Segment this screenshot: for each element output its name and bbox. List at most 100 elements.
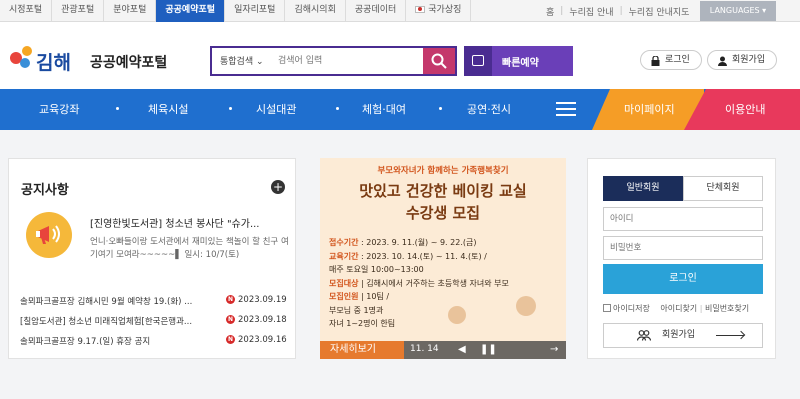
utility-links: 홈 | 누리집 안내 | 누리집 안내지도: [540, 0, 695, 22]
nav-sports[interactable]: 체육시설: [148, 89, 188, 130]
save-id-label[interactable]: 아이디저장: [613, 304, 650, 313]
search-icon: [431, 53, 447, 69]
header-login-label: 로그인: [665, 55, 690, 65]
banner-info-line: 모집대상 | 김해시에서 거주하는 초등학생 자녀와 부모: [329, 278, 509, 288]
portal-tab-jobs[interactable]: 일자리포털: [225, 0, 286, 22]
list-item[interactable]: 솔뫼파크골프장 김해시민 9월 예약창 19.(화) ... N 2023.09…: [20, 292, 290, 312]
notice-list: 솔뫼파크골프장 김해시민 9월 예약창 19.(화) ... N 2023.09…: [20, 292, 290, 352]
banner-info-line: 모집인원 | 10팀 /: [329, 292, 390, 301]
quick-reserve-button[interactable]: 빠른예약: [464, 46, 573, 76]
megaphone-icon: [26, 212, 72, 258]
tab-group-member[interactable]: 단체회원: [683, 176, 763, 201]
next-arrow-icon[interactable]: →: [550, 344, 558, 355]
search-box: 통합검색 ⌄: [210, 46, 457, 76]
find-password-link[interactable]: 비밀번호찾기: [705, 304, 749, 313]
banner-subheadline: 수강생 모집: [405, 204, 481, 222]
signup-label: 회원가입: [662, 330, 696, 340]
users-icon: [637, 330, 651, 341]
signup-button[interactable]: 회원가입: [603, 323, 763, 348]
plus-icon[interactable]: +: [271, 180, 285, 194]
tab-general-member[interactable]: 일반회원: [603, 176, 683, 201]
arrow-right-icon: [716, 335, 744, 336]
portal-tab-opendata[interactable]: 공공데이터: [346, 0, 407, 22]
id-input[interactable]: [603, 207, 763, 231]
event-banner[interactable]: 부모와자녀가 함께하는 가족행복찾기 맛있고 건강한 베이킹 교실 수강생 모집…: [320, 158, 566, 359]
quick-reserve-label: 빠른예약: [502, 58, 539, 69]
site-guide-link[interactable]: 누리집 안내: [563, 5, 619, 18]
find-id-link[interactable]: 아이디찾기: [660, 304, 697, 313]
nav-separator-dot: [229, 107, 232, 110]
notice-item-date: 2023.09.16: [238, 335, 287, 345]
banner-headline: 맛있고 건강한 베이킹 교실: [359, 182, 527, 200]
top-utility-bar: 시정포털 관광포털 분야포털 공공예약포털 일자리포털 김해시의회 공공데이터 …: [0, 0, 800, 22]
notice-item-text: 솔뫼파크골프장 9.17.(일) 휴장 공지: [20, 337, 151, 347]
notice-panel: 공지사항 + [진영한빛도서관] 청소년 봉사단 "슈가... 언니·오빠들이랑…: [8, 158, 296, 359]
languages-label: LANGUAGES: [709, 6, 760, 15]
search-scope-select[interactable]: 통합검색 ⌄: [220, 54, 264, 67]
banner-controls: 11. 14 ◀ ❚❚ →: [404, 341, 566, 359]
nav-experience[interactable]: 체험·대여: [362, 89, 406, 130]
family-illustration: [448, 306, 466, 324]
nav-separator-dot: [439, 107, 442, 110]
header-signup-label: 회원가입: [732, 55, 766, 65]
banner-info-line: 자녀 1~2명이 한팀: [329, 319, 396, 328]
nav-performance[interactable]: 공연·전시: [467, 89, 511, 130]
notice-item-date: 2023.09.18: [238, 315, 287, 325]
new-badge: N: [226, 295, 235, 304]
featured-notice-body: 언니·오빠들이랑 도서관에서 재미있는 책놀이 할 친구 여기여기 모여라~~~…: [90, 237, 289, 260]
search-scope-value: 통합검색: [220, 57, 254, 67]
site-title[interactable]: 공공예약포털: [90, 52, 167, 72]
home-link[interactable]: 홈: [540, 5, 560, 18]
banner-info-line: 부모님 중 1명과: [329, 305, 384, 315]
sitemap-link[interactable]: 누리집 안내지도: [623, 5, 696, 18]
languages-dropdown[interactable]: LANGUAGES ▾: [700, 1, 776, 21]
korean-flag-icon: [415, 6, 426, 13]
nav-separator-dot: [336, 107, 339, 110]
mypage-button[interactable]: 마이페이지: [592, 89, 704, 130]
notice-item-date: 2023.09.19: [238, 295, 287, 305]
notice-item-text: 솔뫼파크골프장 김해시민 9월 예약창 19.(화) ...: [20, 297, 193, 307]
banner-more-button[interactable]: 자세히보기: [320, 341, 404, 359]
pause-icon[interactable]: ❚❚: [480, 344, 497, 355]
save-id-checkbox[interactable]: [603, 304, 611, 312]
banner-counter: 11. 14: [410, 344, 439, 354]
banner-info-line: 교육기간 : 2023. 10. 14.(토) ~ 11. 4.(토) /: [329, 251, 487, 261]
banner-info-line: 매주 토요일 10:00~13:00: [329, 265, 424, 274]
featured-notice-title[interactable]: [진영한빛도서관] 청소년 봉사단 "슈가...: [90, 215, 290, 230]
family-illustration: [516, 296, 536, 316]
notice-title: 공지사항: [21, 183, 69, 198]
list-item[interactable]: [칠암도서관] 청소년 미래직업체험[한국은행과... N 2023.09.18: [20, 312, 290, 332]
nav-education[interactable]: 교육강좌: [39, 89, 79, 130]
new-badge: N: [226, 335, 235, 344]
search-input[interactable]: [278, 53, 420, 69]
login-button[interactable]: 로그인: [603, 264, 763, 294]
password-input[interactable]: [603, 236, 763, 260]
login-options: 아이디저장 아이디찾기 | 비밀번호찾기: [603, 303, 767, 314]
login-panel: 일반회원 단체회원 로그인 아이디저장 아이디찾기 | 비밀번호찾기 회원가입: [587, 158, 776, 359]
portal-tab-field[interactable]: 분야포털: [104, 0, 157, 22]
portal-tab-reservation[interactable]: 공공예약포털: [156, 0, 226, 22]
nav-separator-dot: [116, 107, 119, 110]
portal-tab-city[interactable]: 시정포털: [0, 0, 53, 22]
portal-tab-council[interactable]: 김해시의회: [285, 0, 346, 22]
portal-tab-national-symbol[interactable]: 국가상징: [406, 0, 472, 22]
portal-tab-national-symbol-label: 국가상징: [428, 5, 462, 15]
logo-emblem-icon[interactable]: [10, 46, 36, 72]
lock-icon: [651, 56, 660, 66]
new-badge: N: [226, 315, 235, 324]
notice-item-text: [칠암도서관] 청소년 미래직업체험[한국은행과...: [20, 317, 193, 327]
banner-info: 접수기간 : 2023. 9. 11.(월) ~ 9. 22.(금) 교육기간 …: [329, 236, 509, 331]
portal-tab-tourism[interactable]: 관광포털: [52, 0, 105, 22]
menu-icon[interactable]: [556, 102, 578, 118]
prev-icon[interactable]: ◀: [458, 344, 466, 355]
header-signup-button[interactable]: 회원가입: [707, 50, 777, 70]
list-item[interactable]: 솔뫼파크골프장 9.17.(일) 휴장 공지 N 2023.09.16: [20, 332, 290, 352]
calendar-icon: [464, 46, 492, 76]
nav-facility-rental[interactable]: 시설대관: [256, 89, 296, 130]
portal-tabs: 시정포털 관광포털 분야포털 공공예약포털 일자리포털 김해시의회 공공데이터 …: [0, 0, 472, 22]
banner-info-line: 접수기간 : 2023. 9. 11.(월) ~ 9. 22.(금): [329, 238, 477, 247]
search-button[interactable]: [423, 48, 455, 74]
banner-top-line: 부모와자녀가 함께하는 가족행복찾기: [377, 166, 509, 176]
header-login-button[interactable]: 로그인: [640, 50, 702, 70]
logo-text[interactable]: 김해: [36, 48, 71, 75]
